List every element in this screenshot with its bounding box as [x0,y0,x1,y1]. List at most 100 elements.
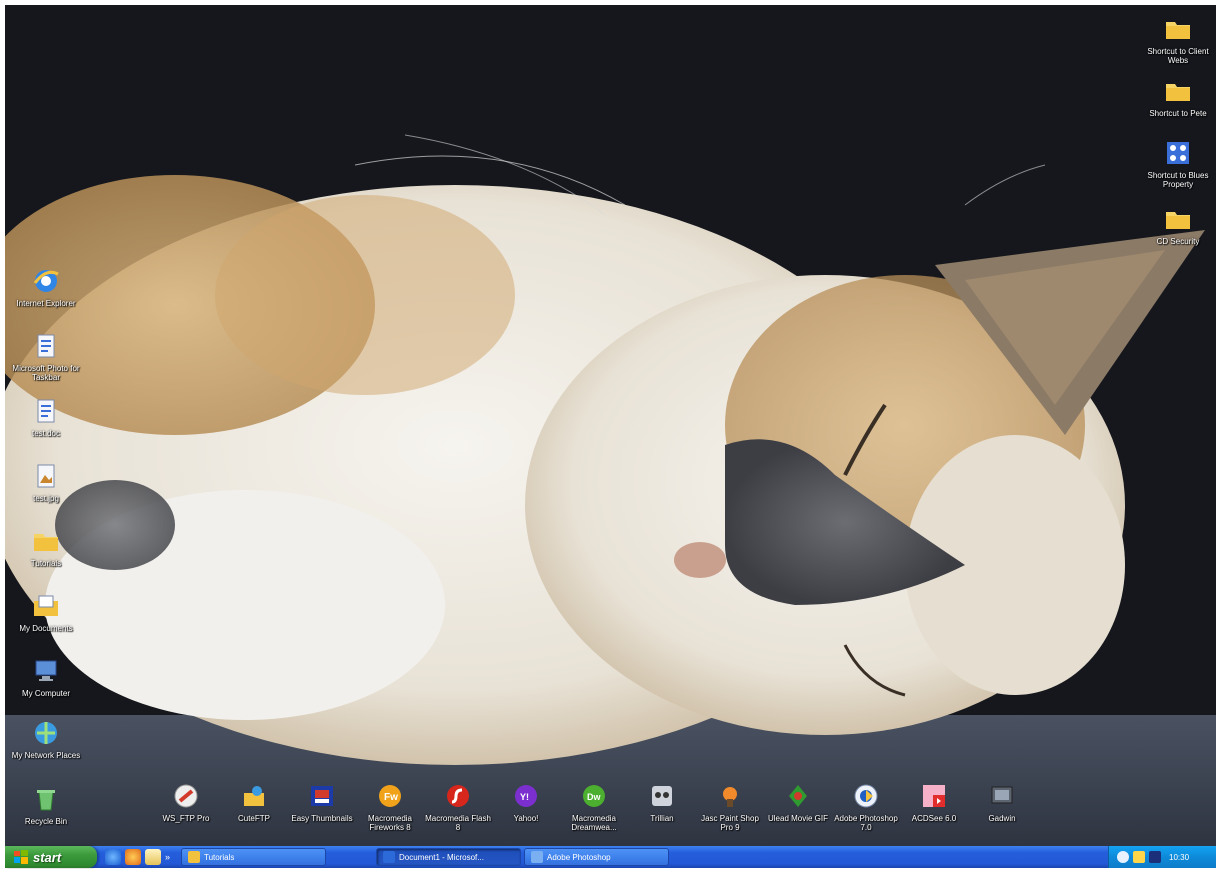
taskbar-button-label: Document1 - Microsof... [399,852,484,862]
desktop-shortcut[interactable]: My Computer [13,655,79,698]
desktop-shortcut-label: Macromedia Dreamwea... [571,814,617,832]
desktop-shortcut-label: Yahoo! [513,814,539,823]
desktop-shortcut[interactable]: Dw Macromedia Dreamwea... [561,780,627,832]
volume-icon[interactable] [1133,851,1145,863]
thumbnails-icon [306,780,338,812]
start-label: start [33,849,62,865]
word-document-icon [30,395,62,427]
desktop-shortcut-label: Easy Thumbnails [291,814,353,823]
security-icon[interactable] [1149,851,1161,863]
folder-icon [1162,75,1194,107]
ftp-icon [170,780,202,812]
desktop-shortcut-label: CuteFTP [237,814,270,823]
desktop-shortcut[interactable]: CuteFTP [221,780,287,823]
desktop-shortcut[interactable]: Internet Explorer [13,265,79,308]
desktop-shortcut-label: Gadwin [988,814,1016,823]
desktop-shortcut-label: test.doc [31,429,60,438]
wallpaper-sleeping-cat [5,5,1216,846]
desktop[interactable]: Internet Explorer Microsoft Photo for Tas… [5,5,1216,846]
taskbar: start » Tutorials Document1 - Microsof...… [5,846,1216,868]
word-icon [383,851,396,863]
desktop-shortcut[interactable]: Easy Thumbnails [289,780,355,823]
desktop-shortcut-label: Shortcut to Client Webs [1147,47,1209,65]
taskbar-button-label: Adobe Photoshop [547,852,611,862]
internet-explorer-icon [30,265,62,297]
svg-text:Dw: Dw [587,792,601,802]
firefox-icon[interactable] [125,849,141,865]
taskbar-button[interactable]: Document1 - Microsof... [376,848,522,866]
desktop-shortcut[interactable]: Y! Yahoo! [493,780,559,823]
desktop-shortcut-label: Adobe Photoshop 7.0 [834,814,898,832]
desktop-shortcut-label: Shortcut to Pete [1149,109,1207,118]
desktop-shortcut[interactable]: Tutorials [13,525,79,568]
desktop-shortcut-label: Shortcut to Blues Property [1147,171,1209,189]
windows-flag-icon [14,850,28,864]
start-button[interactable]: start [5,846,97,868]
desktop-shortcut[interactable]: Microsoft Photo for Taskbar [12,330,80,382]
desktop-shortcut[interactable]: CD Security [1145,203,1211,246]
folder-icon [188,851,201,863]
desktop-shortcut[interactable]: Jasc Paint Shop Pro 9 [697,780,763,832]
yahoo-icon: Y! [510,780,542,812]
desktop-shortcut[interactable]: My Network Places [11,717,81,760]
taskbar-button[interactable]: Adobe Photoshop [524,848,670,866]
desktop-shortcut-label: Jasc Paint Shop Pro 9 [701,814,759,832]
network-icon[interactable] [1117,851,1129,863]
internet-explorer-icon[interactable] [105,849,121,865]
desktop-shortcut[interactable]: Shortcut to Client Webs [1145,13,1211,65]
desktop-shortcut[interactable]: Ulead Movie GIF [765,780,831,823]
desktop-shortcut-label: Tutorials [30,559,62,568]
cuteftp-icon [238,780,270,812]
image-file-icon [30,460,62,492]
desktop-shortcut-label: My Computer [21,689,70,698]
desktop-shortcut-label: Ulead Movie GIF [767,814,829,823]
my-computer-icon [30,655,62,687]
desktop-shortcut[interactable]: test.doc [13,395,79,438]
document-icon [30,330,62,362]
svg-text:Y!: Y! [520,792,529,802]
trillian-icon [646,780,678,812]
desktop-shortcut-label: My Network Places [11,751,81,760]
outlook-icon[interactable] [145,849,161,865]
acdsee-icon [918,780,950,812]
desktop-shortcut-label: Macromedia Fireworks 8 [367,814,412,832]
desktop-shortcut-label: Trillian [650,814,674,823]
desktop-shortcut[interactable]: Shortcut to Pete [1145,75,1211,118]
desktop-shortcut[interactable]: Shortcut to Blues Property [1145,137,1211,189]
flash-icon [442,780,474,812]
screenshot-tool-icon [986,780,1018,812]
photoshop-icon [850,780,882,812]
desktop-shortcut[interactable]: Trillian [629,780,695,823]
recycle-bin-icon [30,783,62,815]
network-places-icon [30,717,62,749]
desktop-shortcut-label: CD Security [1156,237,1200,246]
network-folder-icon [1162,137,1194,169]
desktop-shortcut[interactable]: My Documents [13,590,79,633]
svg-text:Fw: Fw [384,792,398,803]
folder-icon [1162,13,1194,45]
folder-icon [1162,203,1194,235]
desktop-shortcut[interactable]: test.jpg [13,460,79,503]
desktop-shortcut-label: WS_FTP Pro [162,814,210,823]
movie-gif-icon [782,780,814,812]
quick-launch-bar: » [97,849,178,865]
folder-icon [30,525,62,557]
desktop-shortcut-label: Macromedia Flash 8 [425,814,491,832]
desktop-shortcut[interactable]: ACDSee 6.0 [901,780,967,823]
desktop-shortcut[interactable]: Macromedia Flash 8 [425,780,491,832]
clock[interactable]: 10:30 [1169,853,1189,862]
system-tray: 10:30 [1108,846,1216,868]
desktop-shortcut-label: test.jpg [33,494,59,503]
paint-shop-icon [714,780,746,812]
desktop-shortcut-label: Internet Explorer [16,299,76,308]
fireworks-icon: Fw [374,780,406,812]
desktop-shortcut[interactable]: Fw Macromedia Fireworks 8 [357,780,423,832]
quick-launch-chevron-icon[interactable]: » [165,852,170,862]
desktop-shortcut[interactable]: WS_FTP Pro [153,780,219,823]
desktop-shortcut[interactable]: Recycle Bin [13,783,79,826]
my-documents-icon [30,590,62,622]
desktop-shortcut[interactable]: Gadwin [969,780,1035,823]
taskbar-button[interactable]: Tutorials [181,848,327,866]
dreamweaver-icon: Dw [578,780,610,812]
desktop-shortcut[interactable]: Adobe Photoshop 7.0 [833,780,899,832]
